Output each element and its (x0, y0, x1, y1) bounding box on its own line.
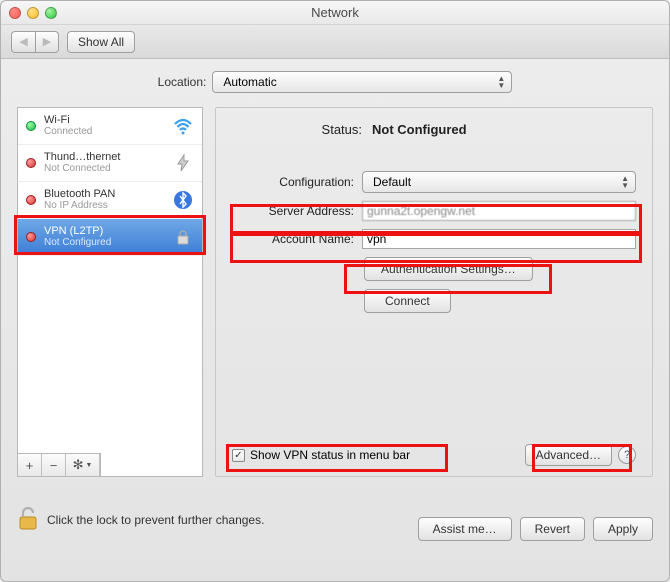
sidebar-item-bluetooth[interactable]: Bluetooth PAN No IP Address (18, 182, 202, 219)
nav-segment: ◀ ▶ (11, 31, 59, 53)
thunderbolt-icon (172, 152, 194, 174)
server-row: Server Address: (232, 201, 636, 221)
chevron-updown-icon: ▲▼ (497, 75, 505, 89)
window-title: Network (1, 5, 669, 20)
service-sidebar: Wi-Fi Connected Thund…thernet Not Connec… (17, 107, 203, 477)
gear-menu-button[interactable]: ✻▼ (66, 454, 100, 476)
service-texts: Thund…thernet Not Connected (44, 151, 164, 175)
service-sub: Not Connected (44, 163, 164, 175)
gear-icon: ✻ (73, 457, 84, 473)
forward-button[interactable]: ▶ (35, 31, 59, 53)
location-value: Automatic (223, 75, 276, 89)
service-name: VPN (L2TP) (44, 225, 164, 237)
status-value: Not Configured (372, 122, 467, 137)
connect-button[interactable]: Connect (364, 289, 451, 313)
sidebar-item-thunderbolt[interactable]: Thund…thernet Not Connected (18, 145, 202, 182)
service-texts: Wi-Fi Connected (44, 114, 164, 138)
location-label: Location: (158, 75, 207, 89)
minimize-icon[interactable] (27, 7, 39, 19)
location-popup[interactable]: Automatic ▲▼ (212, 71, 512, 93)
unlock-icon[interactable] (17, 506, 39, 533)
sidebar-item-vpn[interactable]: VPN (L2TP) Not Configured (18, 219, 202, 256)
account-label: Account Name: (232, 232, 354, 246)
server-label: Server Address: (232, 204, 354, 218)
lock-text: Click the lock to prevent further change… (47, 513, 264, 527)
status-label: Status: (282, 122, 362, 137)
bottom-buttons: Assist me… Revert Apply (418, 517, 653, 541)
location-row: Location: Automatic ▲▼ (1, 59, 669, 107)
vpn-lock-icon (172, 226, 194, 248)
advanced-button[interactable]: Advanced… (525, 444, 612, 466)
center-buttons: Authentication Settings… Connect (232, 257, 636, 313)
checkbox-label: Show VPN status in menu bar (250, 448, 410, 462)
service-sub: Not Configured (44, 237, 164, 249)
account-name-input[interactable] (362, 229, 636, 249)
status-dot-icon (26, 158, 36, 168)
configuration-label: Configuration: (232, 175, 354, 189)
service-texts: VPN (L2TP) Not Configured (44, 225, 164, 249)
remove-service-button[interactable]: − (42, 454, 66, 476)
details-pane: Status: Not Configured Configuration: De… (215, 107, 653, 477)
sidebar-item-wifi[interactable]: Wi-Fi Connected (18, 108, 202, 145)
help-button[interactable]: ? (618, 446, 636, 464)
chevron-down-icon: ▼ (85, 462, 92, 469)
details-footer: ✓ Show VPN status in menu bar Advanced… … (232, 444, 636, 466)
status-dot-icon (26, 121, 36, 131)
service-texts: Bluetooth PAN No IP Address (44, 188, 164, 212)
show-status-checkbox[interactable]: ✓ Show VPN status in menu bar (232, 448, 410, 462)
service-sub: No IP Address (44, 200, 164, 212)
back-button[interactable]: ◀ (11, 31, 35, 53)
status-dot-icon (26, 195, 36, 205)
sidebar-controls: + − ✻▼ (17, 453, 101, 477)
zoom-icon[interactable] (45, 7, 57, 19)
add-service-button[interactable]: + (18, 454, 42, 476)
assist-button[interactable]: Assist me… (418, 517, 512, 541)
revert-button[interactable]: Revert (520, 517, 585, 541)
auth-settings-button[interactable]: Authentication Settings… (364, 257, 533, 281)
network-preferences-window: Network ◀ ▶ Show All Location: Automatic… (0, 0, 670, 582)
close-icon[interactable] (9, 7, 21, 19)
main-area: Wi-Fi Connected Thund…thernet Not Connec… (1, 107, 669, 477)
show-all-button[interactable]: Show All (67, 31, 135, 53)
status-dot-icon (26, 232, 36, 242)
wifi-icon (172, 115, 194, 137)
server-address-input[interactable] (362, 201, 636, 221)
service-sub: Connected (44, 126, 164, 138)
service-name: Bluetooth PAN (44, 188, 164, 200)
chevron-updown-icon: ▲▼ (621, 175, 629, 189)
bluetooth-icon (172, 189, 194, 211)
apply-button[interactable]: Apply (593, 517, 653, 541)
lock-row: Click the lock to prevent further change… (17, 506, 264, 533)
toolbar: ◀ ▶ Show All (1, 25, 669, 59)
configuration-popup[interactable]: Default ▲▼ (362, 171, 636, 193)
account-row: Account Name: (232, 229, 636, 249)
status-row: Status: Not Configured (232, 122, 636, 137)
traffic-lights (9, 7, 57, 19)
service-name: Thund…thernet (44, 151, 164, 163)
titlebar: Network (1, 1, 669, 25)
service-name: Wi-Fi (44, 114, 164, 126)
configuration-value: Default (373, 175, 411, 189)
checkbox-icon: ✓ (232, 449, 245, 462)
configuration-row: Configuration: Default ▲▼ (232, 171, 636, 193)
